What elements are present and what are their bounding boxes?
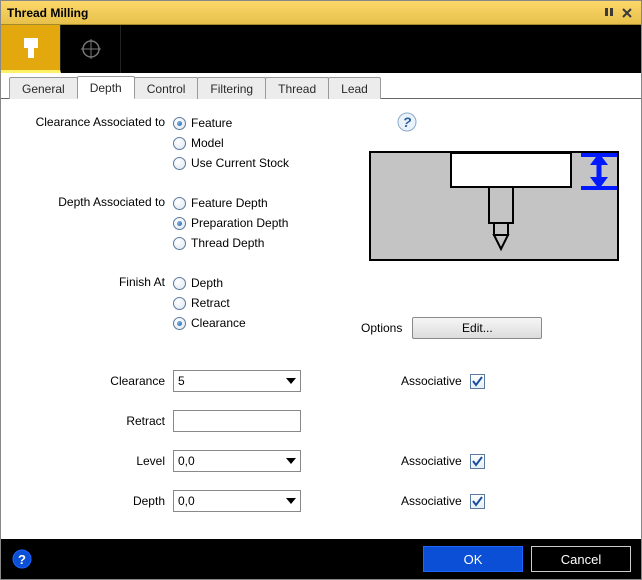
label-clearance-associated: Clearance Associated to (23, 113, 173, 129)
associative-label: Associative (401, 454, 462, 468)
tab-control[interactable]: Control (134, 77, 199, 99)
mode-target-button[interactable] (61, 25, 121, 73)
depth-field[interactable] (173, 490, 301, 512)
row-level: Level Associative (23, 441, 623, 481)
help-icon[interactable]: ? (396, 111, 418, 133)
radio-label: Model (191, 136, 224, 150)
radio-label: Feature (191, 116, 232, 130)
titlebar: Thread Milling (1, 1, 641, 25)
inputs-block: Clearance Associative Retract (23, 361, 623, 521)
radio-icon (173, 137, 186, 150)
radio-label: Preparation Depth (191, 216, 288, 230)
tab-filtering[interactable]: Filtering (197, 77, 266, 99)
clearance-field[interactable] (173, 370, 301, 392)
pin-button[interactable] (601, 6, 617, 20)
radio-label: Retract (191, 296, 230, 310)
radio-preparation-depth[interactable]: Preparation Depth (173, 213, 338, 233)
clearance-associative-checkbox[interactable] (470, 374, 485, 389)
radio-icon (173, 297, 186, 310)
chevron-down-icon[interactable] (282, 491, 300, 511)
retract-field[interactable] (173, 410, 301, 432)
svg-text:?: ? (18, 552, 26, 567)
footer: ? OK Cancel (1, 539, 641, 579)
label-clearance: Clearance (23, 374, 173, 388)
tab-row: General Depth Control Filtering Thread L… (1, 73, 641, 99)
edit-button[interactable]: Edit... (412, 317, 542, 339)
radio-use-current-stock[interactable]: Use Current Stock (173, 153, 338, 173)
options-row: Options Edit... (361, 317, 542, 339)
radio-feature-depth[interactable]: Feature Depth (173, 193, 338, 213)
window-title: Thread Milling (7, 6, 599, 20)
associative-label: Associative (401, 494, 462, 508)
radio-icon (173, 237, 186, 250)
radio-model[interactable]: Model (173, 133, 338, 153)
radio-finish-clearance[interactable]: Clearance (173, 313, 338, 333)
label-level: Level (23, 454, 173, 468)
footer-help-icon[interactable]: ? (11, 548, 33, 570)
clearance-associative: Associative (401, 374, 485, 389)
associative-label: Associative (401, 374, 462, 388)
tab-general[interactable]: General (9, 77, 78, 99)
radio-icon (173, 157, 186, 170)
ok-button[interactable]: OK (423, 546, 523, 572)
radio-feature[interactable]: Feature (173, 113, 338, 133)
radio-label: Thread Depth (191, 236, 264, 250)
depth-input[interactable] (174, 494, 282, 508)
edit-button-label: Edit... (462, 321, 493, 335)
level-input[interactable] (174, 454, 282, 468)
radio-icon (173, 317, 186, 330)
radio-label: Depth (191, 276, 223, 290)
tab-thread[interactable]: Thread (265, 77, 329, 99)
tab-lead[interactable]: Lead (328, 77, 381, 99)
label-finish-at: Finish At (23, 273, 173, 289)
radio-label: Use Current Stock (191, 156, 289, 170)
level-associative-checkbox[interactable] (470, 454, 485, 469)
clearance-input[interactable] (174, 374, 282, 388)
radio-icon (173, 277, 186, 290)
radio-label: Feature Depth (191, 196, 268, 210)
cancel-button-label: Cancel (561, 552, 601, 567)
thread-milling-dialog: Thread Milling General Depth Control Fil… (0, 0, 642, 580)
row-depth: Depth Associative (23, 481, 623, 521)
close-button[interactable] (619, 6, 635, 20)
mode-milling-button[interactable] (1, 25, 61, 73)
row-retract: Retract (23, 401, 623, 441)
label-retract: Retract (23, 414, 173, 428)
row-clearance: Clearance Associative (23, 361, 623, 401)
level-associative: Associative (401, 454, 485, 469)
radio-finish-depth[interactable]: Depth (173, 273, 338, 293)
radio-thread-depth[interactable]: Thread Depth (173, 233, 338, 253)
radio-icon (173, 217, 186, 230)
level-field[interactable] (173, 450, 301, 472)
mode-toolbar (1, 25, 641, 73)
tab-depth[interactable]: Depth (77, 76, 135, 99)
ok-button-label: OK (464, 552, 483, 567)
label-depth-associated: Depth Associated to (23, 193, 173, 209)
radio-label: Clearance (191, 316, 246, 330)
preview-diagram (369, 151, 619, 261)
radio-finish-retract[interactable]: Retract (173, 293, 338, 313)
options-label: Options (361, 321, 402, 335)
depth-associative-checkbox[interactable] (470, 494, 485, 509)
svg-text:?: ? (403, 114, 412, 130)
retract-input[interactable] (174, 414, 300, 428)
cancel-button[interactable]: Cancel (531, 546, 631, 572)
chevron-down-icon[interactable] (282, 371, 300, 391)
label-depth: Depth (23, 494, 173, 508)
tab-panel-depth: ? Clearance Associated to Feature Model … (1, 99, 641, 539)
radio-icon (173, 117, 186, 130)
radio-icon (173, 197, 186, 210)
depth-associative: Associative (401, 494, 485, 509)
chevron-down-icon[interactable] (282, 451, 300, 471)
